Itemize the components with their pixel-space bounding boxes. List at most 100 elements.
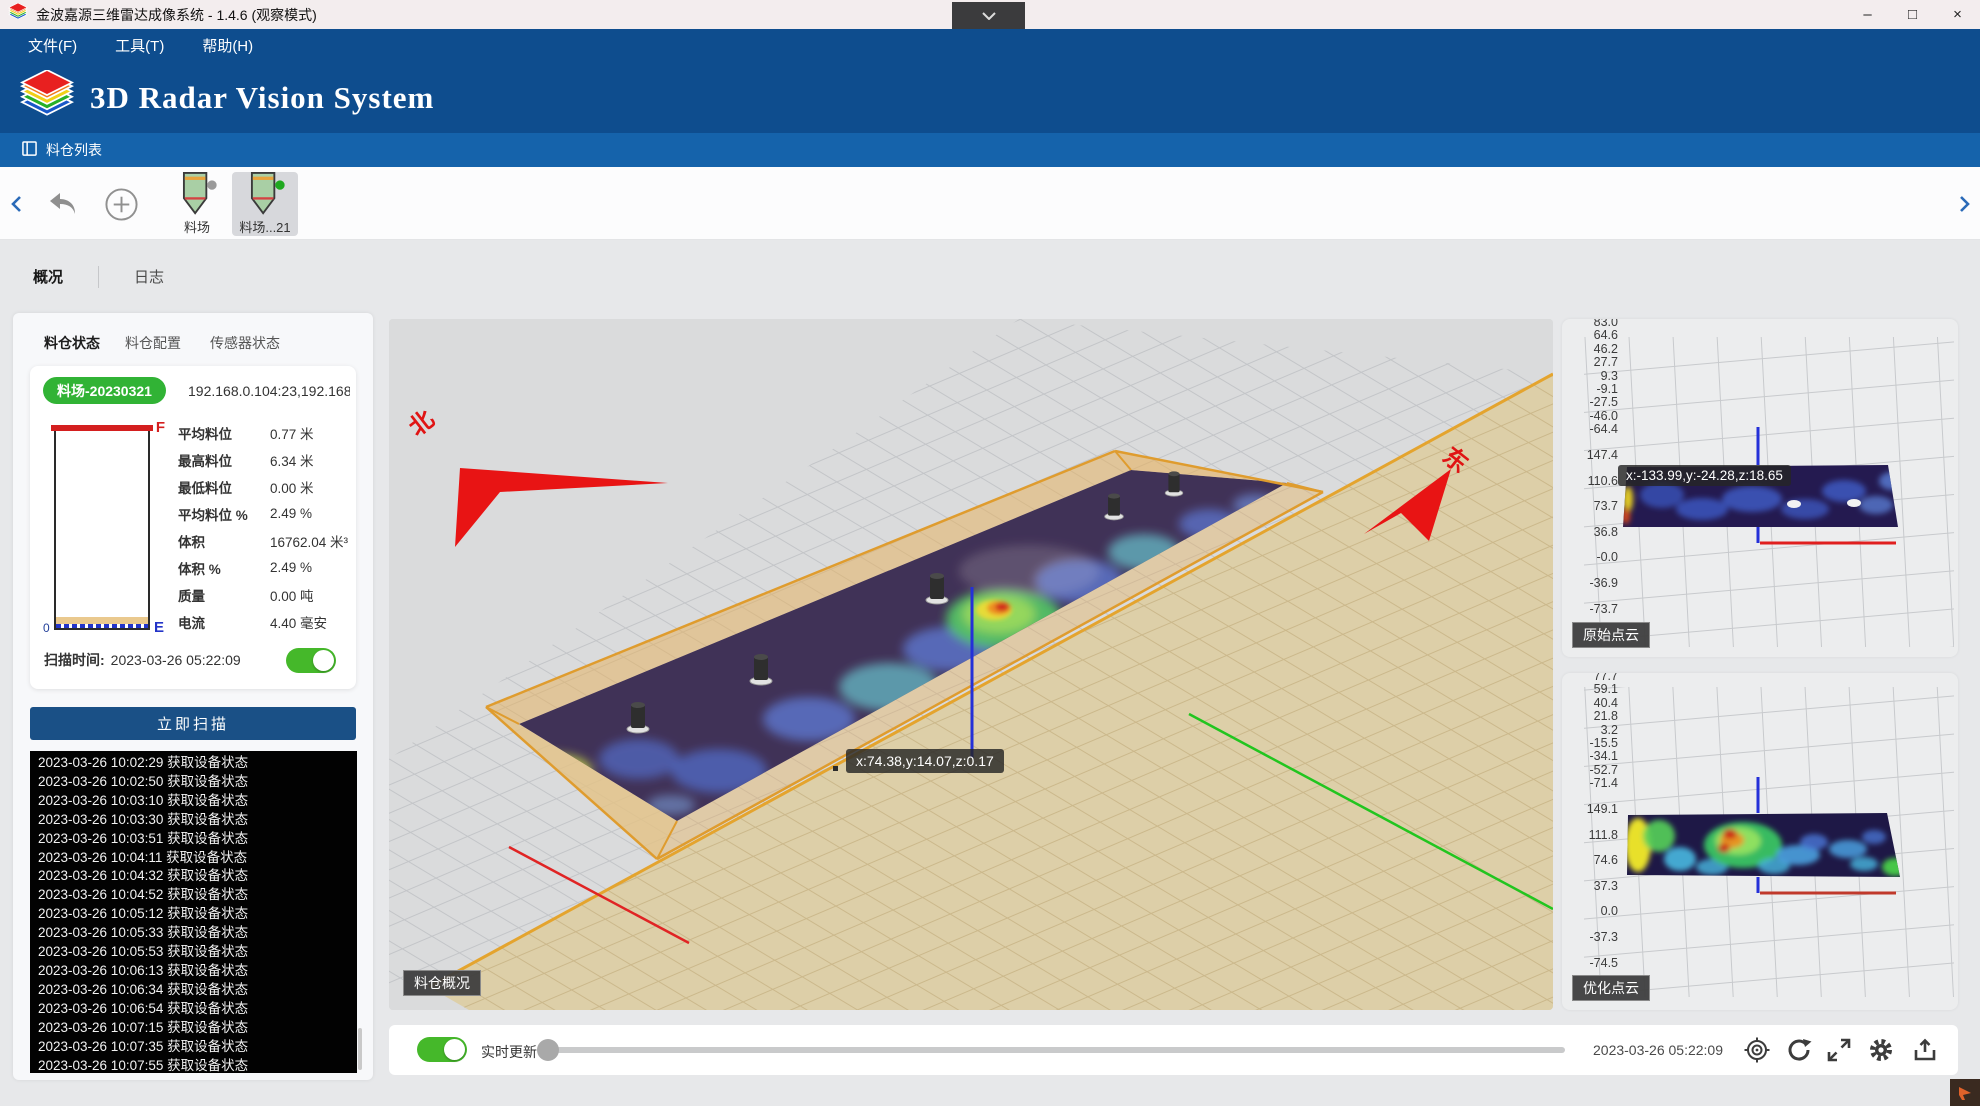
menu-item-tools[interactable]: 工具(T) bbox=[115, 35, 164, 56]
raw-cloud-label: 原始点云 bbox=[1572, 622, 1650, 648]
scan-now-button[interactable]: 立即扫描 bbox=[30, 707, 356, 740]
log-scrollbar[interactable] bbox=[358, 1028, 362, 1070]
silo-item-stockyard-21[interactable]: 料场...21 bbox=[232, 172, 298, 236]
log-entry: 2023-03-26 10:05:12 获取设备状态 bbox=[38, 905, 357, 924]
tick-label: 64.6 bbox=[1568, 329, 1618, 342]
log-entry: 2023-03-26 10:06:54 获取设备状态 bbox=[38, 1000, 357, 1019]
tick-label: -34.1 bbox=[1568, 750, 1618, 763]
silo-status-card: 料场-20230321 192.168.0.104:23,192.168.0 F… bbox=[30, 366, 356, 689]
recenter-button[interactable] bbox=[1743, 1036, 1771, 1064]
scan-toggle[interactable] bbox=[286, 648, 336, 673]
metric-value: 6.34 米 bbox=[270, 450, 314, 470]
back-button[interactable] bbox=[46, 187, 82, 221]
tick-label: -52.7 bbox=[1568, 764, 1618, 777]
app-logo-icon bbox=[8, 3, 28, 26]
log-entry: 2023-03-26 10:07:55 获取设备状态 bbox=[38, 1057, 357, 1074]
silo-list-icon bbox=[22, 141, 37, 159]
metric-label: 体积 bbox=[178, 531, 270, 551]
metric-value: 0.00 米 bbox=[270, 477, 314, 497]
log-entry: 2023-03-26 10:07:15 获取设备状态 bbox=[38, 1019, 357, 1038]
toggle-knob bbox=[444, 1039, 465, 1060]
metric-label: 质量 bbox=[178, 585, 270, 605]
gauge-material-fill bbox=[56, 617, 148, 624]
close-button[interactable]: × bbox=[1935, 0, 1980, 29]
export-button[interactable] bbox=[1911, 1036, 1939, 1064]
tick-label: -71.4 bbox=[1568, 777, 1618, 790]
z-axis-ticks: 83.064.646.227.79.3-9.1-27.5-46.0-64.4 bbox=[1568, 319, 1618, 437]
gauge-empty-label: E bbox=[154, 619, 164, 636]
tick-label: 111.8 bbox=[1568, 823, 1618, 849]
metric-row: 体积 16762.04 米³ bbox=[178, 527, 348, 554]
scan-time-value: 2023-03-26 05:22:09 bbox=[111, 652, 241, 668]
log-entry: 2023-03-26 10:06:34 获取设备状态 bbox=[38, 981, 357, 1000]
add-silo-button[interactable] bbox=[103, 186, 140, 223]
gear-icon bbox=[1868, 1037, 1894, 1063]
metric-label: 最高料位 bbox=[178, 450, 270, 470]
silo-status-panel: 料仓状态 料仓配置 传感器状态 料场-20230321 192.168.0.10… bbox=[13, 313, 373, 1080]
main-3d-view[interactable]: 北 东 x:74.38,y:14.07,z:0.17 料仓概况 bbox=[389, 319, 1553, 1010]
silo-list-label: 料仓列表 bbox=[46, 140, 102, 160]
silo-item-stockyard[interactable]: 料场 bbox=[164, 172, 230, 236]
main-view-label: 料仓概况 bbox=[403, 970, 481, 996]
tick-label: 21.8 bbox=[1568, 710, 1618, 723]
silo-ip-address: 192.168.0.104:23,192.168.0 bbox=[188, 383, 350, 399]
app-title: 3D Radar Vision System bbox=[90, 80, 434, 116]
menu-item-help[interactable]: 帮助(H) bbox=[202, 35, 253, 56]
tab-sensor-status[interactable]: 传感器状态 bbox=[210, 333, 280, 353]
scroll-right-button[interactable] bbox=[1954, 193, 1974, 215]
silo-item-label: 料场...21 bbox=[239, 217, 290, 236]
silo-list-bar: 料仓列表 bbox=[0, 133, 1980, 167]
optimized-cloud-scene bbox=[1562, 673, 1958, 1010]
tick-label: -73.7 bbox=[1568, 597, 1618, 623]
tab-silo-status[interactable]: 料仓状态 bbox=[44, 333, 100, 353]
tab-silo-config[interactable]: 料仓配置 bbox=[125, 333, 181, 353]
realtime-toggle[interactable] bbox=[417, 1037, 467, 1062]
metric-row: 平均料位 0.77 米 bbox=[178, 419, 348, 446]
metric-value: 0.00 吨 bbox=[270, 585, 314, 605]
log-entry: 2023-03-26 10:07:35 获取设备状态 bbox=[38, 1038, 357, 1057]
log-entry: 2023-03-26 10:06:13 获取设备状态 bbox=[38, 962, 357, 981]
minimize-button[interactable]: – bbox=[1845, 0, 1890, 29]
menu-item-file[interactable]: 文件(F) bbox=[28, 35, 77, 56]
tick-label: -74.5 bbox=[1568, 951, 1618, 977]
metric-row: 平均料位 % 2.49 % bbox=[178, 500, 348, 527]
optimized-point-cloud-panel[interactable]: 77.759.140.421.83.2-15.5-34.1-52.7-71.4 … bbox=[1562, 673, 1958, 1010]
page-tab-row: 概况 日志 bbox=[0, 240, 1980, 313]
tick-label: 59.1 bbox=[1568, 683, 1618, 696]
metric-label: 最低料位 bbox=[178, 477, 270, 497]
timeline-slider-track[interactable] bbox=[545, 1047, 1565, 1053]
brand-logo-icon bbox=[20, 70, 74, 125]
fullscreen-button[interactable] bbox=[1825, 1036, 1853, 1064]
silo-icon bbox=[243, 172, 287, 215]
scroll-left-button[interactable] bbox=[6, 193, 26, 215]
raw-point-cloud-panel[interactable]: 83.064.646.227.79.3-9.1-27.5-46.0-64.4 1… bbox=[1562, 319, 1958, 657]
gauge-zero-label: 0 bbox=[43, 621, 50, 635]
log-entry: 2023-03-26 10:02:50 获取设备状态 bbox=[38, 773, 357, 792]
metric-label: 平均料位 bbox=[178, 423, 270, 443]
settings-button[interactable] bbox=[1867, 1036, 1895, 1064]
device-log[interactable]: 2023-03-26 10:02:29 获取设备状态 2023-03-26 10… bbox=[30, 751, 357, 1073]
app-header: 3D Radar Vision System bbox=[0, 62, 1980, 133]
tick-label: 0.0 bbox=[1568, 899, 1618, 925]
silo-name-badge: 料场-20230321 bbox=[43, 377, 166, 404]
playback-bar: 实时更新 2023-03-26 05:22:09 bbox=[389, 1025, 1958, 1075]
tab-log[interactable]: 日志 bbox=[134, 266, 164, 287]
log-entry: 2023-03-26 10:04:11 获取设备状态 bbox=[38, 849, 357, 868]
silo-icon bbox=[175, 172, 219, 215]
plus-circle-icon bbox=[104, 187, 139, 222]
metric-value: 2.49 % bbox=[270, 506, 312, 521]
tab-overview[interactable]: 概况 bbox=[33, 266, 63, 287]
titlebar-dropdown-tab[interactable] bbox=[952, 2, 1025, 29]
picked-point-marker bbox=[833, 766, 838, 771]
metric-row: 质量 0.00 吨 bbox=[178, 581, 348, 608]
coordinate-tooltip: x:-133.99,y:-24.28,z:18.65 bbox=[1618, 465, 1791, 486]
log-entry: 2023-03-26 10:03:10 获取设备状态 bbox=[38, 792, 357, 811]
chevron-left-icon bbox=[11, 195, 22, 213]
maximize-button[interactable]: □ bbox=[1890, 0, 1935, 29]
refresh-button[interactable] bbox=[1785, 1036, 1813, 1064]
y-axis-ticks: 149.1111.874.637.30.0-37.3-74.5 bbox=[1568, 797, 1618, 976]
tick-label: 74.6 bbox=[1568, 848, 1618, 874]
metric-row: 体积 % 2.49 % bbox=[178, 554, 348, 581]
log-entry: 2023-03-26 10:03:51 获取设备状态 bbox=[38, 830, 357, 849]
timeline-slider-handle[interactable] bbox=[537, 1039, 559, 1061]
